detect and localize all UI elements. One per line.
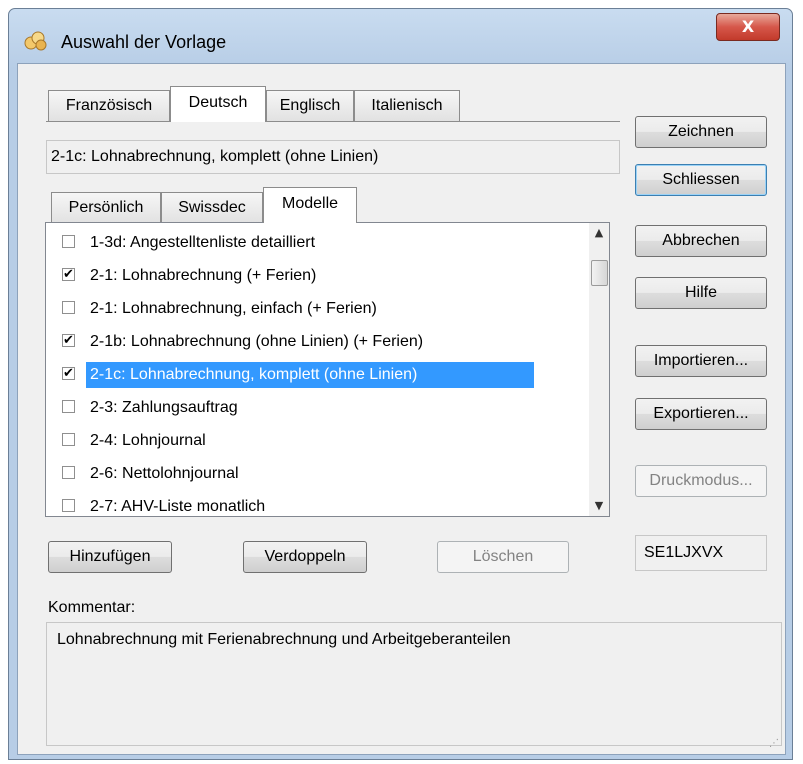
scroll-up-icon[interactable]: ▲ — [589, 223, 609, 243]
list-item-label: 2-6: Nettolohnjournal — [90, 465, 239, 482]
resize-grip-icon[interactable]: ⋰ — [769, 738, 781, 750]
loeschen-button[interactable]: Löschen — [437, 541, 569, 573]
list-scrollbar[interactable]: ▲ ▼ — [589, 223, 609, 516]
comment-field[interactable]: Lohnabrechnung mit Ferienabrechnung und … — [46, 622, 782, 746]
title-bar[interactable]: Auswahl der Vorlage X — [9, 9, 792, 63]
hinzufuegen-button[interactable]: Hinzufügen — [48, 541, 172, 573]
checkbox[interactable] — [62, 433, 75, 446]
list-item[interactable]: 1-3d: Angestelltenliste detailliert — [46, 226, 566, 258]
schliessen-button[interactable]: Schliessen — [635, 164, 767, 196]
list-item-label: 1-3d: Angestelltenliste detailliert — [90, 234, 316, 251]
tab-modelle[interactable]: Modelle — [263, 187, 357, 223]
template-code-field: SE1LJXVX — [635, 535, 767, 571]
tab-deutsch[interactable]: Deutsch — [170, 86, 266, 122]
tab-franzoesisch[interactable]: Französisch — [48, 90, 170, 122]
list-item-label: 2-3: Zahlungsauftrag — [90, 399, 238, 416]
list-item[interactable]: ✔ 2-1c: Lohnabrechnung, komplett (ohne Li… — [46, 358, 566, 390]
checkbox[interactable]: ✔ — [62, 268, 75, 281]
tab-strip-divider — [46, 121, 620, 122]
list-item[interactable]: 2-4: Lohnjournal — [46, 424, 566, 456]
tab-italienisch[interactable]: Italienisch — [354, 90, 460, 122]
list-item[interactable]: ✔ 2-1b: Lohnabrechnung (ohne Linien) (+ F… — [46, 325, 566, 357]
dialog-body: Französisch Deutsch Englisch Italienisch… — [17, 63, 786, 755]
hilfe-button[interactable]: Hilfe — [635, 277, 767, 309]
verdoppeln-button[interactable]: Verdoppeln — [243, 541, 367, 573]
dialog-window: Auswahl der Vorlage X Französisch Deutsc… — [8, 8, 793, 760]
tab-englisch[interactable]: Englisch — [266, 90, 354, 122]
druckmodus-button[interactable]: Druckmodus... — [635, 465, 767, 497]
abbrechen-button[interactable]: Abbrechen — [635, 225, 767, 257]
tab-persoenlich[interactable]: Persönlich — [51, 192, 161, 224]
list-item[interactable]: 2-6: Nettolohnjournal — [46, 457, 566, 489]
list-item[interactable]: 2-7: AHV-Liste monatlich — [46, 490, 566, 516]
importieren-button[interactable]: Importieren... — [635, 345, 767, 377]
close-button[interactable]: X — [716, 13, 780, 41]
app-icon — [24, 31, 47, 51]
exportieren-button[interactable]: Exportieren... — [635, 398, 767, 430]
tab-swissdec[interactable]: Swissdec — [161, 192, 263, 224]
list-item-label: 2-1c: Lohnabrechnung, komplett (ohne Lin… — [86, 362, 534, 388]
checkbox[interactable]: ✔ — [62, 367, 75, 380]
selected-template-field: 2-1c: Lohnabrechnung, komplett (ohne Lin… — [46, 140, 620, 174]
comment-label: Kommentar: — [48, 599, 136, 616]
list-item[interactable]: ✔ 2-1: Lohnabrechnung (+ Ferien) — [46, 259, 566, 291]
list-item-label: 2-1b: Lohnabrechnung (ohne Linien) (+ Fe… — [90, 333, 424, 350]
checkbox[interactable] — [62, 466, 75, 479]
list-item-label: 2-4: Lohnjournal — [90, 432, 206, 449]
list-item[interactable]: 2-3: Zahlungsauftrag — [46, 391, 566, 423]
list-item-label: 2-7: AHV-Liste monatlich — [90, 498, 266, 515]
checkbox[interactable]: ✔ — [62, 334, 75, 347]
checkbox[interactable] — [62, 499, 75, 512]
checkbox[interactable] — [62, 235, 75, 248]
scrollbar-thumb[interactable] — [591, 260, 608, 286]
close-icon: X — [741, 17, 755, 36]
list-item-label: 2-1: Lohnabrechnung, einfach (+ Ferien) — [90, 300, 377, 317]
list-item-label: 2-1: Lohnabrechnung (+ Ferien) — [90, 267, 317, 284]
scroll-down-icon[interactable]: ▼ — [589, 496, 609, 516]
checkbox[interactable] — [62, 400, 75, 413]
list-item[interactable]: 2-1: Lohnabrechnung, einfach (+ Ferien) — [46, 292, 566, 324]
window-title: Auswahl der Vorlage — [61, 32, 227, 52]
template-list[interactable]: 1-3d: Angestelltenliste detailliert ✔ 2-1:… — [45, 222, 610, 517]
zeichnen-button[interactable]: Zeichnen — [635, 116, 767, 148]
checkbox[interactable] — [62, 301, 75, 314]
